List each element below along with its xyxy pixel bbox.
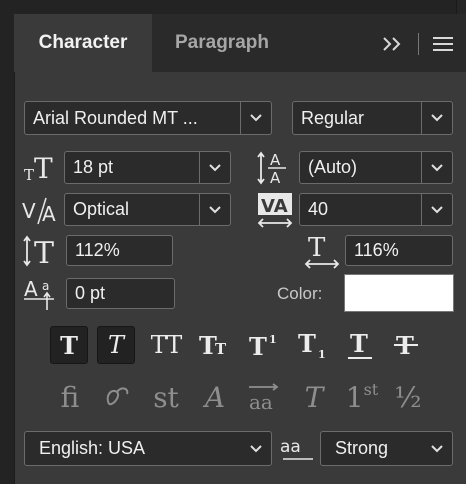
svg-text:VA: VA xyxy=(261,196,288,217)
svg-text:aa: aa xyxy=(249,390,273,413)
svg-text:A: A xyxy=(24,277,38,301)
vertical-scale-input[interactable]: 112% xyxy=(66,235,173,266)
strikethrough-button[interactable]: T xyxy=(387,326,425,364)
color-label: Color: xyxy=(277,284,323,303)
svg-text:aa: aa xyxy=(280,437,301,457)
kerning-value: Optical xyxy=(73,199,130,219)
kerning-dropdown[interactable]: Optical xyxy=(64,193,231,226)
anti-aliasing-icon: aa xyxy=(280,434,316,462)
svg-text:A: A xyxy=(270,169,281,186)
chevron-down-icon xyxy=(241,432,271,465)
svg-text:T: T xyxy=(34,152,53,184)
panel-divider xyxy=(418,33,419,55)
svg-text:T: T xyxy=(34,236,54,268)
faux-bold-button[interactable]: T xyxy=(50,326,88,364)
chevron-down-icon xyxy=(421,194,452,225)
discretionary-ligature-button[interactable] xyxy=(98,378,138,416)
stylistic-alternates-button[interactable]: aa xyxy=(244,378,284,416)
language-value: English: USA xyxy=(39,438,146,458)
font-size-value: 18 pt xyxy=(73,157,114,177)
tracking-dropdown[interactable]: 40 xyxy=(299,193,453,226)
chevron-down-icon xyxy=(421,152,452,183)
horizontal-scale-icon: T xyxy=(302,232,344,270)
panel-menu-icon[interactable] xyxy=(431,35,455,53)
font-size-icon: TT xyxy=(22,150,60,185)
baseline-shift-input[interactable]: 0 pt xyxy=(66,278,175,309)
baseline-shift-icon: Aa xyxy=(22,276,62,312)
color-swatch[interactable] xyxy=(344,274,454,312)
horizontal-scale-input[interactable]: 116% xyxy=(345,235,453,266)
kerning-icon: VA xyxy=(22,194,62,228)
svg-text:T: T xyxy=(24,166,34,184)
font-size-dropdown[interactable]: 18 pt xyxy=(64,151,231,184)
chevron-down-icon xyxy=(199,194,230,225)
svg-text:1: 1 xyxy=(318,348,326,359)
font-family-value: Arial Rounded MT ... xyxy=(33,107,198,128)
font-style-dropdown[interactable]: Regular xyxy=(292,101,453,135)
small-caps-button[interactable]: TT xyxy=(196,326,234,364)
leading-dropdown[interactable]: (Auto) xyxy=(299,151,453,184)
underline-button[interactable]: T xyxy=(341,326,379,364)
font-style-value: Regular xyxy=(301,107,365,128)
all-caps-button[interactable]: TT xyxy=(147,326,185,364)
vertical-scale-icon: T xyxy=(22,234,62,271)
ordinals-button[interactable]: 1st xyxy=(342,378,382,416)
fractions-button[interactable]: ½ xyxy=(388,378,428,416)
tab-paragraph[interactable]: Paragraph xyxy=(152,14,292,72)
subscript-button[interactable]: T1 xyxy=(294,326,332,364)
svg-text:T: T xyxy=(298,331,316,358)
ligature-fi-button[interactable]: fi xyxy=(50,378,90,416)
svg-text:T: T xyxy=(249,332,267,358)
superscript-button[interactable]: T1 xyxy=(245,326,283,364)
svg-text:V: V xyxy=(22,199,36,223)
leading-icon: AA xyxy=(256,148,296,187)
tab-character[interactable]: Character xyxy=(14,14,152,72)
anti-aliasing-value: Strong xyxy=(335,438,389,458)
svg-text:a: a xyxy=(42,279,49,293)
anti-aliasing-dropdown[interactable]: Strong xyxy=(320,431,453,466)
chevron-down-icon xyxy=(421,102,452,134)
titling-alternates-button[interactable]: T xyxy=(294,378,334,416)
chevron-down-icon xyxy=(240,102,271,134)
collapse-panel-icon[interactable] xyxy=(380,32,408,56)
chevron-down-icon xyxy=(199,152,230,183)
svg-text:T: T xyxy=(350,330,368,358)
svg-text:1: 1 xyxy=(269,333,277,346)
font-family-dropdown[interactable]: Arial Rounded MT ... xyxy=(24,101,272,135)
faux-italic-button[interactable]: T xyxy=(97,326,135,364)
language-dropdown[interactable]: English: USA xyxy=(24,431,272,466)
chevron-down-icon xyxy=(422,432,452,465)
svg-text:A: A xyxy=(270,151,281,169)
leading-value: (Auto) xyxy=(308,157,358,177)
ligature-st-button[interactable]: st xyxy=(146,378,186,416)
swash-button[interactable]: A xyxy=(195,378,235,416)
svg-text:T: T xyxy=(308,233,326,263)
svg-text:T: T xyxy=(215,340,227,358)
tracking-value: 40 xyxy=(308,199,329,219)
tracking-icon: VA xyxy=(256,191,296,229)
